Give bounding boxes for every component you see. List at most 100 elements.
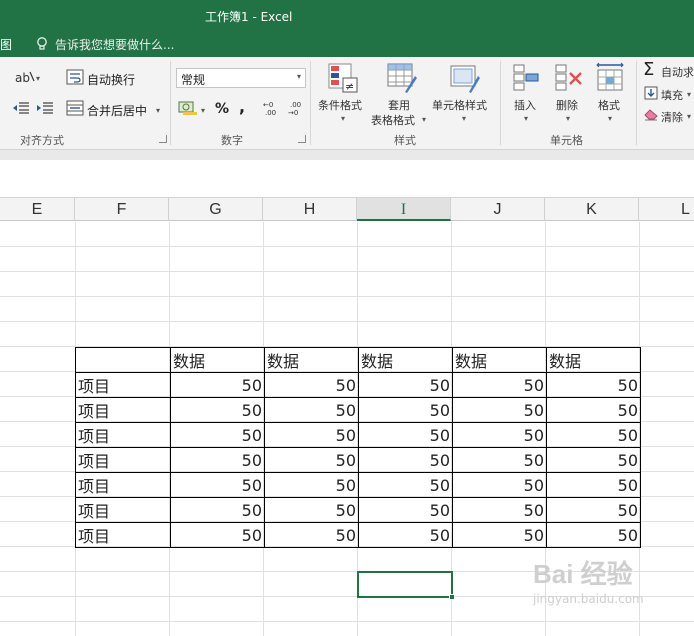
delete-caret[interactable]: ▾ [566,114,570,123]
table-cell[interactable]: 50 [170,522,265,548]
table-cell[interactable]: 50 [358,522,453,548]
header-cell[interactable]: 数据 [546,347,641,373]
format-as-table-label1[interactable]: 套用 [388,97,410,113]
conditional-format-caret[interactable]: ▾ [341,114,345,123]
table-cell[interactable]: 50 [452,397,547,423]
table-cell[interactable]: 50 [358,447,453,473]
table-cell[interactable]: 50 [452,447,547,473]
conditional-format-button[interactable]: 条件格式 [318,97,362,113]
table-cell[interactable]: 项目 [75,422,171,448]
increase-decimal-icon[interactable]: ←0 .00 [263,99,281,117]
orientation-caret[interactable]: ▾ [36,74,40,83]
alignment-launcher[interactable] [159,135,167,143]
format-cells-icon[interactable] [595,62,625,94]
table-cell[interactable]: 50 [452,472,547,498]
format-caret[interactable]: ▾ [608,114,612,123]
column-header-j[interactable]: J [451,198,545,221]
header-cell[interactable]: 数据 [264,347,359,373]
menu-tab-view[interactable]: 图 [0,36,12,53]
number-format-select[interactable]: 常规 ▾ [176,68,306,88]
format-as-table-icon[interactable] [386,62,418,94]
table-cell[interactable]: 50 [170,472,265,498]
header-cell[interactable]: 数据 [358,347,453,373]
table-cell[interactable]: 50 [264,522,359,548]
table-cell[interactable]: 50 [546,372,641,398]
tell-me-box[interactable]: 告诉我您想要做什么... [34,35,174,53]
decrease-indent-icon[interactable] [12,101,30,115]
fill-caret[interactable]: ▾ [687,90,691,99]
format-as-table-caret[interactable]: ▾ [422,115,426,124]
table-cell[interactable]: 50 [358,422,453,448]
increase-indent-icon[interactable] [36,101,54,115]
column-header-f[interactable]: F [75,198,169,221]
table-cell[interactable]: 50 [452,497,547,523]
table-cell[interactable]: 50 [546,422,641,448]
table-cell[interactable]: 50 [546,522,641,548]
column-header-l[interactable]: L [639,198,694,221]
table-cell[interactable]: 50 [264,497,359,523]
wrap-text-icon[interactable] [66,69,84,85]
table-cell[interactable]: 项目 [75,397,171,423]
header-cell[interactable] [75,347,171,373]
fill-handle[interactable] [449,594,455,600]
table-cell[interactable]: 50 [358,372,453,398]
header-cell[interactable]: 数据 [170,347,265,373]
comma-style-button[interactable]: , [239,97,245,116]
cell-styles-icon[interactable] [449,62,481,94]
table-cell[interactable]: 50 [170,397,265,423]
table-cell[interactable]: 50 [264,372,359,398]
table-cell[interactable]: 50 [264,472,359,498]
table-cell[interactable]: 项目 [75,497,171,523]
table-cell[interactable]: 项目 [75,472,171,498]
cell-styles-caret[interactable]: ▾ [462,114,466,123]
insert-button[interactable]: 插入 [514,97,536,113]
decrease-decimal-icon[interactable]: .00 →0 [288,99,306,117]
number-launcher[interactable] [298,135,306,143]
table-cell[interactable]: 50 [170,422,265,448]
table-cell[interactable]: 50 [546,472,641,498]
table-cell[interactable]: 50 [170,497,265,523]
eraser-icon[interactable] [644,109,658,121]
percent-style-button[interactable]: % [215,101,229,117]
table-cell[interactable]: 50 [452,522,547,548]
table-cell[interactable]: 50 [546,447,641,473]
clear-button[interactable]: 清除 [661,109,683,125]
table-cell[interactable]: 50 [170,447,265,473]
insert-cells-icon[interactable] [512,63,540,93]
conditional-format-icon[interactable]: ≠ [327,62,359,94]
table-cell[interactable]: 50 [264,397,359,423]
table-cell[interactable]: 项目 [75,522,171,548]
table-cell[interactable]: 50 [170,372,265,398]
fill-down-icon[interactable] [644,86,658,100]
table-cell[interactable]: 项目 [75,372,171,398]
table-cell[interactable]: 50 [264,447,359,473]
orientation-icon[interactable]: ab [14,69,36,85]
cell-styles-button[interactable]: 单元格样式 [432,97,487,113]
column-header-g[interactable]: G [169,198,263,221]
merge-center-button[interactable]: 合并后居中 [87,102,147,119]
merge-center-caret[interactable]: ▾ [156,106,160,115]
column-header-h[interactable]: H [263,198,357,221]
table-cell[interactable]: 50 [264,422,359,448]
delete-cells-icon[interactable] [554,63,584,93]
table-cell[interactable]: 50 [546,397,641,423]
selected-cell[interactable] [357,571,455,600]
column-header-i[interactable]: I [357,198,451,221]
accounting-format-icon[interactable] [178,100,200,116]
format-button[interactable]: 格式 [598,97,620,113]
merge-center-icon[interactable] [66,100,84,116]
format-as-table-label2[interactable]: 表格格式 [371,112,415,128]
delete-button[interactable]: 删除 [556,97,578,113]
header-cell[interactable]: 数据 [452,347,547,373]
table-cell[interactable]: 项目 [75,447,171,473]
table-cell[interactable]: 50 [452,422,547,448]
sigma-icon[interactable]: Σ [643,59,654,80]
autosum-button[interactable]: 自动求 [661,64,694,80]
wrap-text-button[interactable]: 自动换行 [87,71,135,88]
table-cell[interactable]: 50 [358,472,453,498]
fill-button[interactable]: 填充 [661,87,683,103]
table-cell[interactable]: 50 [358,497,453,523]
table-cell[interactable]: 50 [358,397,453,423]
insert-caret[interactable]: ▾ [524,114,528,123]
table-cell[interactable]: 50 [546,497,641,523]
